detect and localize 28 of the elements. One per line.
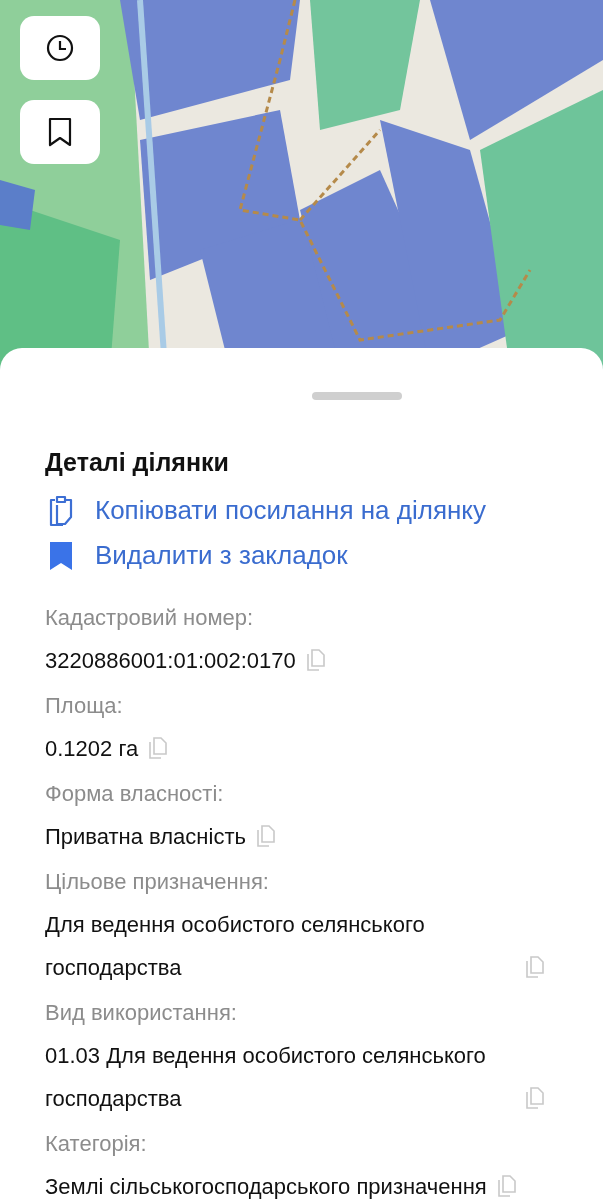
copy-icon[interactable] xyxy=(255,825,276,847)
action-link[interactable]: Копіювати посилання на ділянку xyxy=(47,488,603,533)
sheet-title: Деталі ділянки xyxy=(45,447,230,478)
copy-icon[interactable] xyxy=(305,649,326,671)
drag-handle[interactable] xyxy=(312,392,402,400)
copy-icon[interactable] xyxy=(525,1087,545,1109)
field-value: Для ведення особистого селянського господарства xyxy=(45,911,426,982)
map-button[interactable] xyxy=(20,100,100,164)
field-label: Площа: xyxy=(45,692,124,720)
copy-icon[interactable] xyxy=(525,956,545,978)
field-label: Вид використання: xyxy=(45,999,238,1027)
field-value: 0.1202 га xyxy=(45,735,139,763)
map-button[interactable] xyxy=(20,16,100,80)
field-label: Категорія: xyxy=(45,1130,148,1158)
field-value: Землі сільськогосподарського призначення xyxy=(45,1173,487,1200)
bookmark-icon xyxy=(47,539,75,572)
action-link[interactable]: Видалити з закладок xyxy=(47,533,603,578)
clock-icon xyxy=(45,33,75,63)
field-label: Кадастровий номер: xyxy=(45,604,255,632)
field-value: 3220886001:01:002:0170 xyxy=(45,647,296,675)
bookmark-icon xyxy=(47,117,73,147)
copy-icon[interactable] xyxy=(496,1175,517,1197)
clipboard-icon xyxy=(47,494,75,527)
copy-icon[interactable] xyxy=(148,737,169,759)
field-label: Цільове призначення: xyxy=(45,868,270,896)
field-label: Форма власності: xyxy=(45,780,225,808)
field-value: Приватна власність xyxy=(45,823,246,851)
field-value: 01.03 Для ведення особистого селянського господарства xyxy=(45,1042,487,1113)
